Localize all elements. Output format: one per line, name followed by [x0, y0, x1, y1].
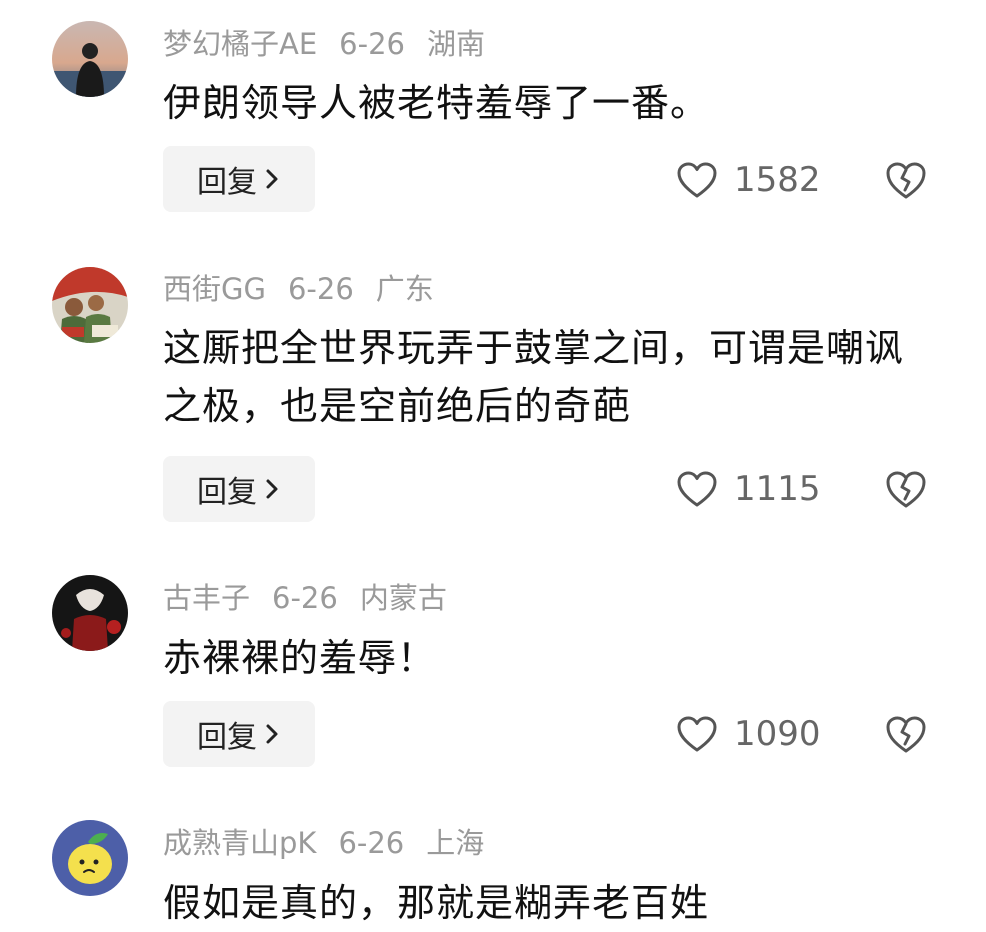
like-button[interactable]: 1115 — [676, 469, 821, 509]
username[interactable]: 梦幻橘子AE — [163, 27, 317, 61]
comment-meta: 成熟青山pK 6-26 上海 — [163, 825, 506, 861]
comment-location: 湖南 — [427, 27, 486, 61]
like-button[interactable]: 1090 — [676, 714, 821, 754]
chevron-right-icon — [266, 479, 278, 499]
reply-button[interactable]: 回复 — [163, 146, 315, 212]
username[interactable]: 古丰子 — [163, 581, 250, 615]
poster-art-avatar — [52, 267, 128, 343]
comment-text: 赤裸裸的羞辱！ — [163, 636, 437, 680]
avatar[interactable] — [52, 575, 128, 651]
heart-outline-icon — [677, 716, 717, 752]
dark-red-figure-avatar — [52, 575, 128, 651]
comment-date: 6-26 — [287, 272, 354, 306]
reply-button[interactable]: 回复 — [163, 456, 315, 522]
username[interactable]: 成熟青山pK — [163, 826, 316, 860]
broken-heart-icon — [886, 471, 926, 508]
like-count: 1582 — [734, 160, 821, 200]
avatar[interactable] — [52, 267, 128, 343]
dislike-button[interactable] — [884, 160, 928, 200]
avatar[interactable] — [52, 21, 128, 97]
comment-location: 上海 — [426, 826, 485, 860]
like-button[interactable]: 1582 — [676, 160, 821, 200]
dislike-button[interactable] — [884, 714, 928, 754]
comment-meta: 西街GG 6-26 广东 — [163, 271, 456, 307]
reply-button[interactable]: 回复 — [163, 701, 315, 767]
broken-heart-icon — [886, 162, 926, 199]
reply-label: 回复 — [197, 475, 257, 510]
like-count: 1115 — [734, 469, 821, 509]
comment-location: 内蒙古 — [359, 581, 447, 615]
comment-location: 广东 — [375, 272, 434, 306]
chevron-right-icon — [266, 169, 278, 189]
reply-label: 回复 — [197, 165, 257, 200]
broken-heart-icon — [886, 716, 926, 753]
comment-meta: 梦幻橘子AE 6-26 湖南 — [163, 26, 507, 62]
comment-date: 6-26 — [338, 826, 405, 860]
heart-outline-icon — [677, 162, 717, 198]
comment-text: 假如是真的，那就是糊弄老百姓 — [163, 881, 710, 925]
dislike-button[interactable] — [884, 469, 928, 509]
avatar[interactable] — [52, 820, 128, 896]
lemon-cartoon-avatar — [52, 820, 128, 896]
username[interactable]: 西街GG — [163, 272, 266, 306]
person-silhouette-sunset-avatar — [52, 21, 128, 97]
chevron-right-icon — [266, 724, 278, 744]
comment-text: 伊朗领导人被老特羞辱了一番。 — [163, 81, 710, 125]
heart-outline-icon — [677, 471, 717, 507]
comment-date: 6-26 — [272, 581, 338, 615]
comment-meta: 古丰子 6-26 内蒙古 — [163, 580, 469, 616]
like-count: 1090 — [734, 714, 821, 754]
comment-text: 这厮把全世界玩弄于鼓掌之间，可谓是嘲讽之极，也是空前绝后的奇葩 — [163, 326, 905, 428]
reply-label: 回复 — [197, 720, 257, 755]
comment-date: 6-26 — [339, 27, 405, 61]
